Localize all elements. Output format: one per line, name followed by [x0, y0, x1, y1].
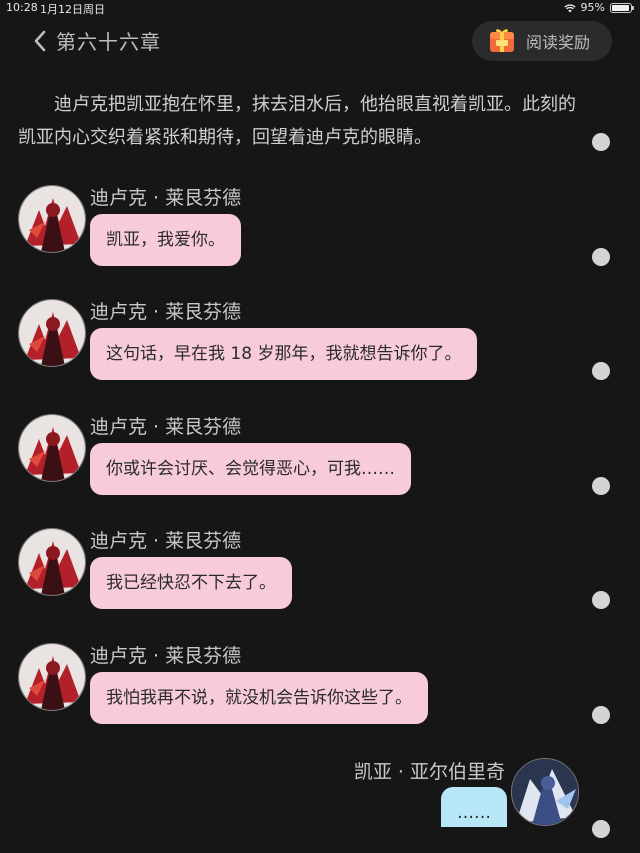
paragraph-comment-dot[interactable]: [592, 477, 610, 495]
speaker-name: 迪卢克 · 莱艮芬德: [90, 301, 242, 323]
narration-paragraph: 迪卢克把凯亚抱在怀里，抹去泪水后，他抬眼直视着凯亚。此刻的凯亚内心交织着紧张和期…: [18, 94, 576, 148]
chapter-title: 第六十六章: [56, 30, 161, 54]
paragraph-comment-dot[interactable]: [592, 820, 610, 838]
status-right: 95%: [563, 1, 634, 14]
avatar-kaeya[interactable]: [511, 758, 579, 826]
status-bar: 10:28 1月12日周日 95%: [0, 0, 640, 16]
avatar-diluc[interactable]: [18, 414, 86, 482]
message-bubble[interactable]: 这句话，早在我 18 岁那年，我就想告诉你了。: [90, 328, 478, 380]
speaker-name: 迪卢克 · 莱艮芬德: [90, 187, 242, 209]
reading-reward-label: 阅读奖励: [526, 33, 591, 52]
chevron-left-icon: [34, 30, 46, 51]
speaker-name: 迪卢克 · 莱艮芬德: [90, 645, 242, 667]
avatar-diluc[interactable]: [18, 185, 86, 253]
message-bubble[interactable]: 凯亚，我爱你。: [90, 214, 241, 266]
back-button[interactable]: 第六十六章: [30, 26, 161, 55]
paragraph-comment-dot[interactable]: [592, 362, 610, 380]
paragraph-comment-dot[interactable]: [592, 591, 610, 609]
gift-icon: [490, 29, 514, 52]
battery-level: [612, 4, 630, 11]
status-time: 10:28: [6, 1, 38, 14]
paragraph-comment-dot[interactable]: [592, 706, 610, 724]
battery-percent: 95%: [580, 1, 605, 14]
message-bubble[interactable]: ……: [441, 787, 507, 827]
reading-reward-button[interactable]: 阅读奖励: [472, 21, 612, 61]
speaker-name: 凯亚 · 亚尔伯里奇: [353, 761, 505, 783]
message-bubble[interactable]: 我已经快忍不下去了。: [90, 557, 292, 609]
message-bubble[interactable]: 你或许会讨厌、会觉得恶心，可我……: [90, 443, 411, 495]
avatar-diluc[interactable]: [18, 528, 86, 596]
wifi-icon: [563, 3, 576, 12]
battery-icon: [610, 2, 634, 13]
message-bubble[interactable]: 我怕我再不说，就没机会告诉你这些了。: [90, 672, 428, 724]
paragraph-comment-dot[interactable]: [592, 248, 610, 266]
speaker-name: 迪卢克 · 莱艮芬德: [90, 530, 242, 552]
paragraph-comment-dot[interactable]: [592, 133, 610, 151]
speaker-name: 迪卢克 · 莱艮芬德: [90, 416, 242, 438]
status-date: 1月12日周日: [40, 3, 105, 16]
avatar-diluc[interactable]: [18, 299, 86, 367]
avatar-diluc[interactable]: [18, 643, 86, 711]
